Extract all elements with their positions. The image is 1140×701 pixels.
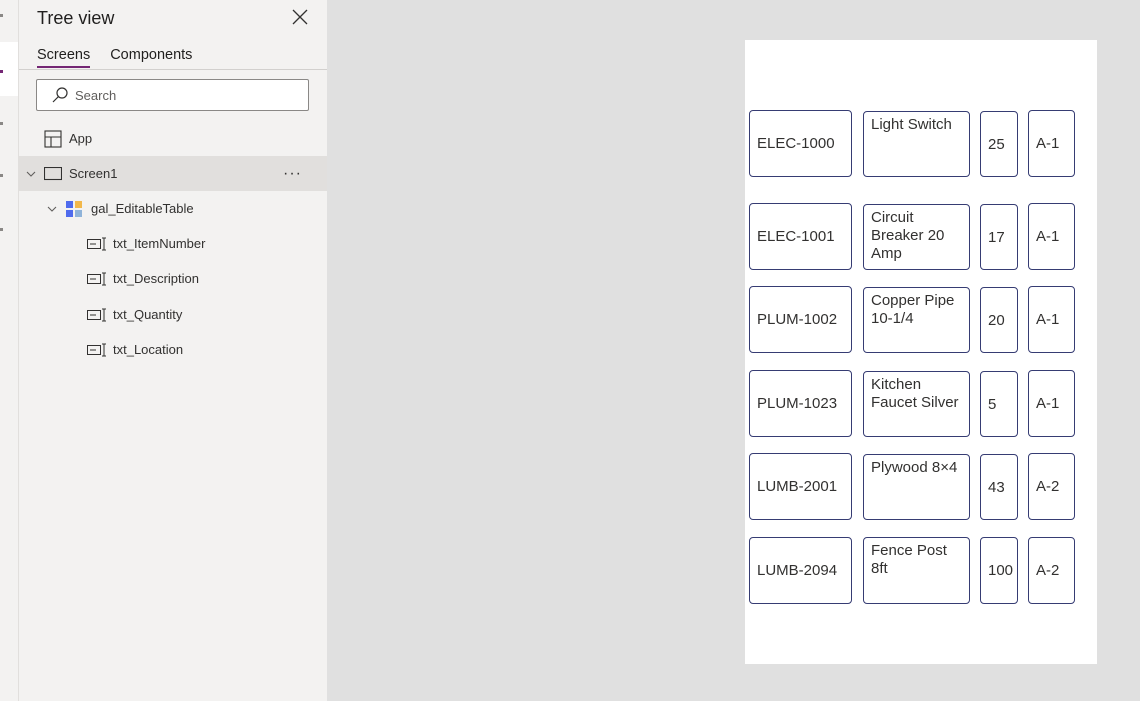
location-input[interactable]: A-1: [1028, 110, 1075, 177]
item-number-input[interactable]: PLUM-1023: [749, 370, 852, 437]
tree-item-label: App: [69, 131, 93, 146]
location-input[interactable]: A-2: [1028, 537, 1075, 604]
tree-item-label: txt_Location: [113, 342, 184, 357]
quantity-input[interactable]: 20: [980, 287, 1018, 353]
app-icon: [44, 129, 62, 148]
tree-item-gallery[interactable]: gal_EditableTable: [19, 191, 327, 226]
quantity-input[interactable]: 100: [980, 537, 1018, 604]
location-input[interactable]: A-1: [1028, 286, 1075, 353]
text-input-icon: [87, 272, 106, 285]
tab-bar: Screens Components: [37, 47, 212, 68]
screen-icon: [44, 166, 62, 180]
rail-media-mark[interactable]: [0, 228, 3, 231]
text-input-icon: [87, 237, 106, 250]
close-icon: [292, 9, 308, 25]
rail-data-mark[interactable]: [0, 174, 3, 177]
description-input[interactable]: Light Switch: [863, 111, 970, 177]
tree-item-app[interactable]: App: [19, 121, 327, 156]
tree-item-label: txt_ItemNumber: [113, 236, 206, 251]
tree-item-screen1[interactable]: Screen1 ···: [19, 156, 327, 191]
tree-item-label: txt_Description: [113, 271, 199, 286]
item-number-input[interactable]: ELEC-1001: [749, 203, 852, 270]
item-number-input[interactable]: PLUM-1002: [749, 286, 852, 353]
description-input[interactable]: Plywood 8×4: [863, 454, 970, 520]
screen-canvas[interactable]: ELEC-1000 Light Switch 25 A-1 ELEC-1001 …: [745, 40, 1097, 664]
tree-item-txt-description[interactable]: txt_Description: [19, 261, 327, 296]
item-number-input[interactable]: LUMB-2001: [749, 453, 852, 520]
text-input-icon: [87, 308, 106, 321]
tabs-divider: [19, 69, 327, 70]
tree-item-txt-location[interactable]: txt_Location: [19, 332, 327, 367]
item-number-input[interactable]: LUMB-2094: [749, 537, 852, 604]
text-input-icon: [87, 343, 106, 356]
tab-components[interactable]: Components: [110, 47, 192, 68]
search-input[interactable]: [75, 87, 295, 103]
chevron-down-icon[interactable]: [26, 169, 36, 179]
description-input[interactable]: Fence Post 8ft: [863, 537, 970, 604]
description-input[interactable]: Circuit Breaker 20 Amp: [863, 204, 970, 270]
location-input[interactable]: A-2: [1028, 453, 1075, 520]
quantity-input[interactable]: 43: [980, 454, 1018, 520]
app-rail: [0, 0, 19, 701]
panel-title: Tree view: [37, 8, 115, 28]
quantity-input[interactable]: 25: [980, 111, 1018, 177]
tree-item-txt-itemnumber[interactable]: txt_ItemNumber: [19, 226, 327, 261]
location-input[interactable]: A-1: [1028, 203, 1075, 270]
tab-screens[interactable]: Screens: [37, 47, 91, 68]
item-number-input[interactable]: ELEC-1000: [749, 110, 852, 177]
quantity-input[interactable]: 17: [980, 204, 1018, 270]
chevron-down-icon[interactable]: [47, 204, 57, 214]
more-options-button[interactable]: ···: [283, 165, 302, 183]
rail-menu-mark[interactable]: [0, 14, 3, 17]
gallery-icon: [66, 200, 82, 217]
tree-view-panel: Tree view Screens Components App Screen1: [19, 0, 327, 701]
tree-item-label: Screen1: [69, 166, 118, 181]
tree-item-txt-quantity[interactable]: txt_Quantity: [19, 297, 327, 332]
rail-insert-mark[interactable]: [0, 122, 3, 125]
search-icon: [52, 87, 68, 103]
description-input[interactable]: Copper Pipe 10-1/4: [863, 287, 970, 353]
rail-tree-view-button[interactable]: [0, 42, 18, 96]
search-box[interactable]: [36, 79, 309, 111]
rail-active-mark: [0, 70, 3, 73]
location-input[interactable]: A-1: [1028, 370, 1075, 437]
description-input[interactable]: Kitchen Faucet Silver: [863, 371, 970, 437]
close-button[interactable]: [289, 6, 311, 28]
tree-item-label: gal_EditableTable: [91, 201, 194, 216]
tree-item-label: txt_Quantity: [113, 307, 183, 322]
quantity-input[interactable]: 5: [980, 371, 1018, 437]
